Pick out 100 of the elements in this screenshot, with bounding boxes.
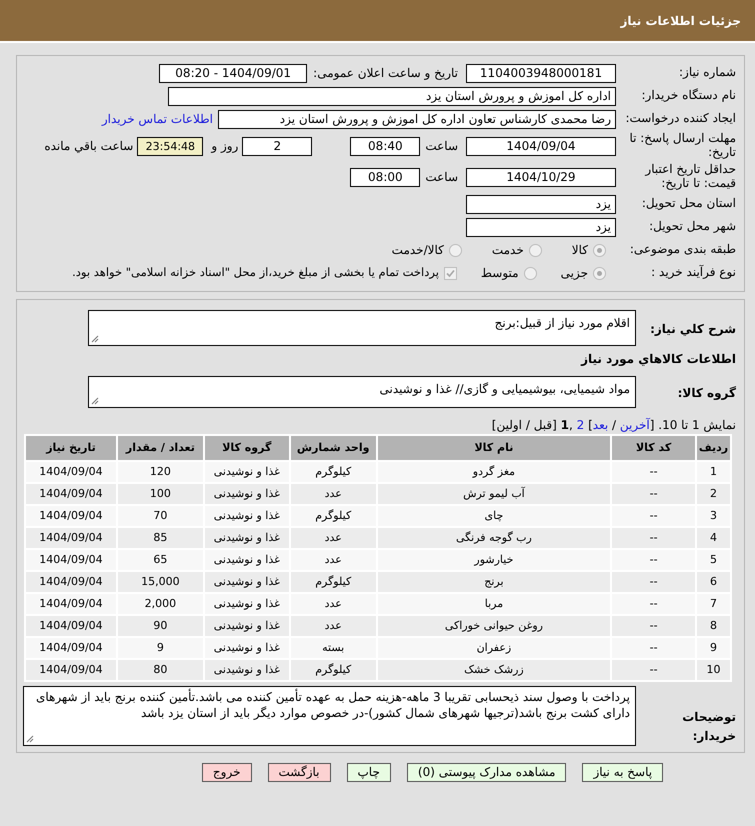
radio-button[interactable] — [593, 244, 606, 256]
table-cell: 2 — [697, 484, 730, 504]
field-label: شرح کلي نياز: — [650, 322, 736, 336]
table-cell: 5 — [697, 550, 730, 570]
action-button[interactable]: بازگشت — [268, 763, 330, 782]
table-cell: 15,000 — [118, 572, 203, 592]
description-textarea[interactable]: اقلام مورد نیاز از قبیل:برنج — [88, 310, 636, 346]
table-cell: 1404/09/04 — [26, 616, 116, 636]
table-cell: 4 — [697, 528, 730, 548]
column-header: واحد شمارش — [290, 436, 376, 460]
table-cell: غذا و نوشیدنی — [204, 506, 289, 526]
table-cell: -- — [612, 462, 696, 482]
resize-grip-icon[interactable] — [26, 735, 34, 743]
option-label: کالا — [572, 242, 588, 259]
action-button[interactable]: پاسخ به نیاز — [582, 763, 664, 782]
table-cell: 6 — [697, 572, 730, 592]
table-cell: 65 — [118, 550, 203, 570]
field-label: شهر محل تحویل: — [648, 220, 736, 234]
table-cell: -- — [612, 616, 696, 636]
field-label: ساعت — [425, 138, 458, 155]
deadline-date-field: 1404/09/04 — [466, 136, 616, 156]
buyer-notes-textarea[interactable]: پرداخت با وصول سند ذیحسابی تقریبا 3 ماهه-هزینه حمل به عهده تأمین کننده می باشد.تأمین کننده برنج باید از شهرهای دارای کشت برنج باشد(ترجیها شهرهای شمال کشور)-در خصوص موارد دیگر باید از استان یزد باشد — [23, 686, 636, 746]
radio-button[interactable] — [528, 244, 542, 256]
page-link[interactable]: آخرین — [620, 418, 650, 432]
table-cell: -- — [612, 528, 696, 548]
table-cell: روغن حیوانی خوراکی — [378, 616, 610, 636]
requester-field: رضا محمدی کارشناس تعاون اداره کل اموزش و پرورش استان یزد — [218, 110, 616, 128]
checkbox[interactable] — [444, 266, 457, 280]
column-header: تاریخ نیاز — [26, 436, 116, 460]
table-cell: بسته — [290, 638, 376, 658]
table-cell: عدد — [290, 550, 376, 570]
field-label: شماره نیاز: — [678, 66, 736, 80]
option-label: جزیی — [560, 265, 588, 282]
resize-grip-icon[interactable] — [91, 397, 99, 405]
column-header: ردیف — [697, 436, 730, 460]
page-link[interactable]: 2 — [576, 418, 584, 432]
table-cell: عدد — [290, 594, 376, 614]
table-cell: 1404/09/04 — [26, 506, 116, 526]
column-header: نام کالا — [378, 436, 610, 460]
table-cell: 1404/09/04 — [26, 462, 116, 482]
option-label: خدمت — [492, 242, 524, 259]
table-cell: غذا و نوشیدنی — [204, 616, 289, 636]
table-cell: کیلوگرم — [290, 462, 376, 482]
contact-link[interactable]: اطلاعات تماس خریدار — [102, 110, 213, 128]
table-cell: 1404/09/04 — [26, 484, 116, 504]
table-cell: غذا و نوشیدنی — [204, 572, 289, 592]
table-cell: غذا و نوشیدنی — [204, 528, 289, 548]
table-cell: غذا و نوشیدنی — [204, 550, 289, 570]
need-number-field: 1104003948000181 — [466, 64, 616, 82]
table-cell: -- — [612, 484, 696, 504]
validity-time-field: 08:00 — [350, 168, 420, 186]
action-button[interactable]: چاپ — [346, 763, 391, 782]
table-cell: 1404/09/04 — [26, 638, 116, 658]
table-cell: 1404/09/04 — [26, 572, 116, 592]
radio-button[interactable] — [448, 244, 462, 256]
page-link[interactable]: بعد — [592, 418, 608, 432]
table-cell: عدد — [290, 528, 376, 548]
action-button[interactable]: مشاهده مدارک پیوستی (0) — [406, 763, 566, 782]
field-label: حداقل تاریخ اعتبار قیمت: تا تاریخ: — [644, 163, 736, 191]
checkbox-label: پرداخت تمام یا بخشی از مبلغ خرید،از محل "اسناد خزانه اسلامی" خواهد بود. — [72, 264, 439, 282]
table-cell: مغز گردو — [378, 462, 610, 482]
table-cell: 70 — [118, 506, 203, 526]
city-field: یزد — [466, 218, 616, 236]
table-cell: -- — [612, 550, 696, 570]
table-cell: عدد — [290, 616, 376, 636]
table-cell: خیارشور — [378, 550, 610, 570]
field-text: مواد شیمیایی، بیوشیمیایی و گازی// غذا و نوشیدنی — [380, 382, 630, 396]
table-cell: -- — [612, 660, 696, 680]
table-cell: غذا و نوشیدنی — [204, 594, 289, 614]
field-label: مهلت ارسال پاسخ: تا تاریخ: — [628, 132, 736, 160]
table-cell: 1404/09/04 — [26, 594, 116, 614]
table-cell: غذا و نوشیدنی — [204, 462, 289, 482]
table-cell: برنج — [378, 572, 610, 592]
table-cell: زعفران — [378, 638, 610, 658]
field-label: گروه کالا: — [678, 386, 736, 400]
radio-button[interactable] — [524, 266, 537, 280]
resize-grip-icon[interactable] — [91, 335, 99, 343]
field-label: روز و — [211, 138, 238, 155]
field-label: نوع فرآیند خرید : — [650, 266, 736, 280]
table-cell: 10 — [697, 660, 730, 680]
option-label: کالا/خدمت — [392, 242, 444, 259]
table-cell: رب گوجه فرنگی — [378, 528, 610, 548]
table-cell: 2,000 — [118, 594, 203, 614]
announce-date-field: 1404/09/01 - 08:20 — [159, 64, 308, 82]
column-header: تعداد / مقدار — [118, 436, 203, 460]
table-cell: 9 — [118, 638, 203, 658]
option-label: متوسط — [480, 265, 519, 282]
table-cell: غذا و نوشیدنی — [204, 660, 289, 680]
column-header: کد کالا — [612, 436, 696, 460]
field-label: طبقه بندی موضوعی: — [628, 243, 736, 257]
validity-date-field: 1404/10/29 — [466, 168, 616, 186]
table-cell: عدد — [290, 484, 376, 504]
action-button[interactable]: خروج — [202, 763, 252, 782]
radio-button[interactable] — [593, 266, 606, 280]
table-cell: غذا و نوشیدنی — [204, 484, 289, 504]
table-cell: 1404/09/04 — [26, 528, 116, 548]
goods-group-textarea[interactable]: مواد شیمیایی، بیوشیمیایی و گازی// غذا و نوشیدنی — [88, 376, 636, 408]
field-label: استان محل تحویل: — [640, 197, 736, 211]
table-cell: 1404/09/04 — [26, 660, 116, 680]
days-field: 2 — [242, 136, 312, 156]
